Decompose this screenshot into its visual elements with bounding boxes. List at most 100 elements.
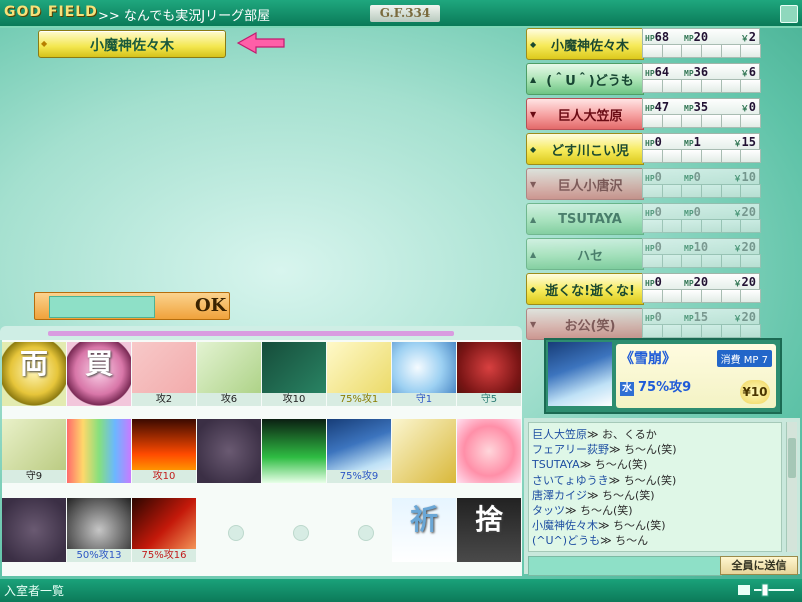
hand-card[interactable]: 守9 — [2, 419, 66, 483]
current-turn-player: 小魔神佐々木 — [90, 38, 174, 54]
player-row[interactable]: ▲ (＾U＾)どうも HP64 MP36 ￥6 — [526, 63, 762, 95]
player-name-plate[interactable]: ◆ 逝くな!逝くな! — [526, 273, 644, 305]
hand-card[interactable] — [2, 498, 66, 562]
hand-card[interactable]: 守5 — [457, 342, 521, 406]
card-caption: 50%攻13 — [67, 549, 131, 562]
hand-card[interactable] — [197, 419, 261, 483]
player-row[interactable]: ▲ TSUTAYA HP0 MP0 ￥20 — [526, 203, 762, 235]
hand-card[interactable]: 75%攻9 — [327, 419, 391, 483]
player-item-slots — [642, 184, 762, 198]
action-input[interactable] — [49, 296, 155, 318]
player-row[interactable]: ▼ お公(笑) HP0 MP15 ￥20 — [526, 308, 762, 340]
version-badge: G.F.334 — [370, 5, 440, 22]
player-item-slots — [642, 219, 762, 233]
hand-card[interactable]: 攻2 — [132, 342, 196, 406]
room-name: >> なんでも実況Jリーグ部屋 — [98, 9, 271, 24]
player-name-plate[interactable]: ▼ お公(笑) — [526, 308, 644, 340]
footer-bar: 入室者一覧 — [0, 579, 802, 602]
card-caption: 攻6 — [197, 393, 261, 406]
game-logo: GOD FIELD — [4, 4, 98, 20]
player-name-plate[interactable]: ▼ 巨人大笠原 — [526, 98, 644, 130]
avalanche-card-icon — [548, 342, 612, 406]
hand-card[interactable]: 祈 — [392, 498, 456, 562]
hand-card[interactable]: 捨 — [457, 498, 521, 562]
hand-card[interactable]: 75%攻16 — [132, 498, 196, 562]
hand-card[interactable]: 両 — [2, 342, 66, 406]
chat-user: 巨人大笠原 — [532, 428, 587, 441]
hand-card[interactable]: 買 — [67, 342, 131, 406]
hand-card[interactable]: 攻10 — [132, 419, 196, 483]
card-effect: 水 75%攻9 — [620, 376, 691, 396]
chat-user: さいてょゆうき — [532, 473, 609, 487]
player-gold: ￥20 — [733, 275, 756, 289]
chat-user: 唐澤カイジ — [532, 488, 587, 502]
card-caption: 75%攻16 — [132, 549, 196, 562]
player-name-plate[interactable]: ◆ 小魔神佐々木 — [526, 28, 644, 60]
player-gold: ￥0 — [740, 100, 756, 114]
hand-card[interactable]: 守1 — [392, 342, 456, 406]
player-name: どす川こい児 — [550, 143, 629, 159]
player-row[interactable]: ◆ 逝くな!逝くな! HP0 MP20 ￥20 — [526, 273, 762, 305]
current-turn-banner: ◆ 小魔神佐々木 — [38, 30, 226, 58]
empty-slot-dot — [228, 525, 244, 541]
player-item-slots — [642, 44, 762, 58]
chat-message: ち～ん(笑) — [624, 443, 677, 457]
chat-panel: 巨人大笠原≫ お、くるか フェアリー荻野≫ ち～ん(笑) TSUTAYA≫ ち～ん(… — [524, 418, 800, 576]
player-gold: ￥20 — [733, 205, 756, 219]
send-all-button[interactable]: 全員に送信 — [720, 556, 798, 575]
player-mp: MP20 — [684, 275, 709, 289]
scroll-thumb[interactable] — [788, 438, 796, 478]
card-caption: 守5 — [457, 393, 521, 406]
player-name-plate[interactable]: ◆ どす川こい児 — [526, 133, 644, 165]
player-name-plate[interactable]: ▲ (＾U＾)どうも — [526, 63, 644, 95]
chat-message: ち～ん — [615, 534, 649, 548]
chat-input[interactable] — [528, 556, 722, 576]
window-button[interactable] — [780, 5, 798, 23]
player-item-slots — [642, 79, 762, 93]
player-gold: ￥20 — [733, 310, 756, 324]
chat-line: 小魔神佐々木≫ ち～ん(笑) — [532, 519, 666, 533]
hand-card[interactable]: 攻6 — [197, 342, 261, 406]
action-entry: OK — [34, 292, 230, 320]
rank-marker-icon: ▲ — [530, 75, 537, 84]
player-name-plate[interactable]: ▲ ハセ — [526, 238, 644, 270]
player-row[interactable]: ▲ ハセ HP0 MP10 ￥20 — [526, 238, 762, 270]
hand-card[interactable] — [67, 419, 131, 483]
chat-user: (^U^)どうも — [532, 534, 601, 548]
chat-scrollbar[interactable] — [786, 422, 797, 552]
hand-card[interactable]: 50%攻13 — [67, 498, 131, 562]
player-mp: MP20 — [684, 30, 709, 44]
hand-progress-bar — [48, 331, 454, 336]
hand-card[interactable]: 攻10 — [262, 342, 326, 406]
chat-line: 唐澤カイジ≫ ち～ん(笑) — [532, 488, 655, 502]
player-gold: ￥6 — [740, 65, 756, 79]
chat-user: 小魔神佐々木 — [532, 519, 598, 533]
player-row[interactable]: ◆ どす川こい児 HP0 MP1 ￥15 — [526, 133, 762, 165]
hand-card[interactable] — [457, 419, 521, 483]
hand-card[interactable] — [262, 419, 326, 483]
player-hp: HP68 — [645, 30, 670, 44]
player-mp: MP15 — [684, 310, 709, 324]
player-row[interactable]: ▼ 巨人小唐沢 HP0 MP0 ￥10 — [526, 168, 762, 200]
player-mp: MP0 — [684, 170, 701, 184]
volume-slider[interactable] — [738, 583, 798, 597]
member-list-link[interactable]: 入室者一覧 — [4, 582, 64, 599]
hand-card[interactable] — [392, 419, 456, 483]
speaker-icon — [738, 585, 750, 595]
player-name-plate[interactable]: ▲ TSUTAYA — [526, 203, 644, 235]
card-glyph-text: 両 — [19, 347, 48, 380]
card-name: 《雪崩》 — [620, 351, 676, 367]
player-item-slots — [642, 149, 762, 163]
chat-line: フェアリー荻野≫ ち～ん(笑) — [532, 443, 677, 457]
card-caption: 守1 — [392, 393, 456, 406]
ok-button[interactable]: OK — [195, 295, 226, 316]
chat-message: ち～ん(笑) — [580, 504, 633, 518]
player-row[interactable]: ◆ 小魔神佐々木 HP68 MP20 ￥2 — [526, 28, 762, 60]
hand-card[interactable]: 75%攻1 — [327, 342, 391, 406]
rank-marker-icon: ▲ — [530, 250, 537, 259]
player-name-plate[interactable]: ▼ 巨人小唐沢 — [526, 168, 644, 200]
player-hp: HP47 — [645, 100, 670, 114]
card-caption: 攻10 — [132, 470, 196, 483]
player-item-slots — [642, 289, 762, 303]
player-row[interactable]: ▼ 巨人大笠原 HP47 MP35 ￥0 — [526, 98, 762, 130]
